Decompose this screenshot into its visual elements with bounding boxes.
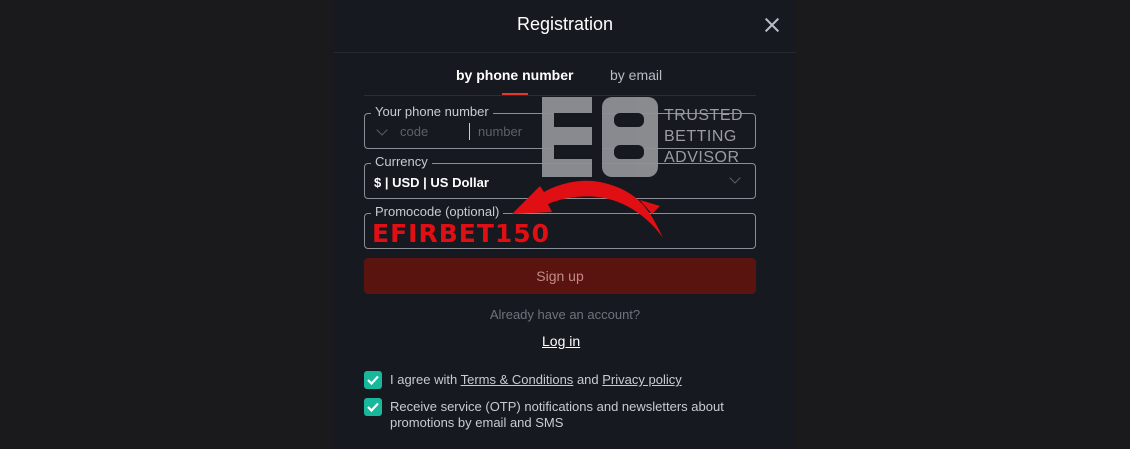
tab-by-email[interactable]: by email bbox=[610, 67, 662, 83]
phone-number-input[interactable]: number bbox=[478, 124, 522, 139]
terms-conditions-link[interactable]: Terms & Conditions bbox=[461, 372, 574, 387]
terms-checkbox[interactable] bbox=[364, 371, 382, 389]
phone-field-label: Your phone number bbox=[371, 104, 493, 120]
currency-value: $ | USD | US Dollar bbox=[374, 175, 489, 190]
modal-header: Registration bbox=[334, 0, 796, 53]
promocode-value[interactable]: EFIRBET150 bbox=[372, 219, 550, 248]
currency-select[interactable]: Currency $ | USD | US Dollar bbox=[364, 154, 756, 199]
close-icon[interactable] bbox=[762, 15, 782, 35]
tab-by-phone[interactable]: by phone number bbox=[456, 67, 573, 83]
newsletter-checkbox[interactable] bbox=[364, 398, 382, 416]
modal-title: Registration bbox=[516, 14, 614, 34]
terms-text: I agree with Terms & Conditions and Priv… bbox=[390, 372, 682, 388]
newsletter-text: Receive service (OTP) notifications and … bbox=[390, 399, 724, 431]
phone-divider bbox=[469, 123, 470, 140]
currency-field-label: Currency bbox=[371, 154, 432, 170]
terms-and: and bbox=[576, 372, 599, 387]
check-icon bbox=[367, 402, 379, 413]
newsletter-line-2: promotions by email and SMS bbox=[390, 415, 564, 430]
check-icon bbox=[367, 375, 379, 386]
promocode-field-label: Promocode (optional) bbox=[371, 204, 504, 220]
already-have-account-text: Already have an account? bbox=[489, 307, 641, 322]
country-code-input[interactable]: code bbox=[400, 124, 428, 139]
active-tab-indicator bbox=[502, 93, 528, 95]
newsletter-line-1: Receive service (OTP) notifications and … bbox=[390, 399, 724, 414]
terms-prefix: I agree with bbox=[390, 372, 458, 387]
promocode-field[interactable]: Promocode (optional) EFIRBET150 bbox=[364, 204, 756, 249]
phone-field: Your phone number code number bbox=[364, 104, 756, 149]
privacy-policy-link[interactable]: Privacy policy bbox=[602, 372, 681, 387]
registration-tabs: by phone number by email bbox=[364, 55, 756, 96]
sign-up-button[interactable]: Sign up bbox=[364, 258, 756, 294]
registration-modal: Registration by phone number by email Yo… bbox=[334, 0, 796, 449]
log-in-link[interactable]: Log in bbox=[542, 333, 580, 349]
